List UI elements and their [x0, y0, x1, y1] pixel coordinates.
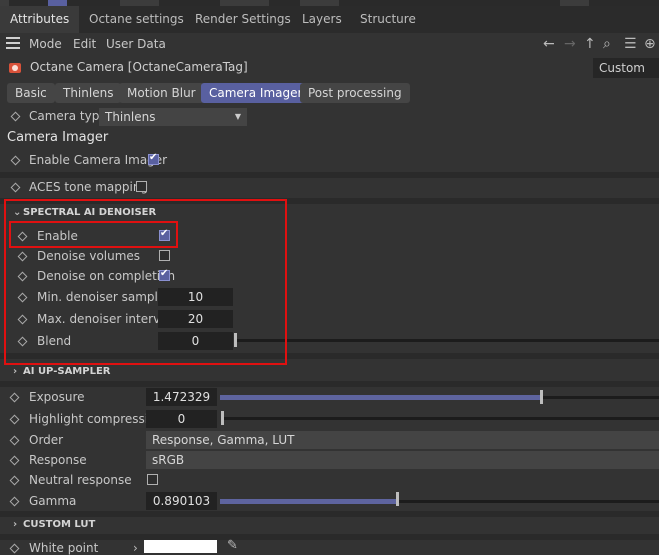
exposure-slider-fill: [220, 395, 541, 400]
keyframe-diamond-icon[interactable]: [9, 496, 20, 507]
keyframe-diamond-icon[interactable]: [9, 475, 20, 486]
camera-type-dropdown[interactable]: Thinlens ▼: [99, 108, 247, 126]
chevron-down-icon: ▼: [234, 112, 241, 121]
filter-icon[interactable]: ☰: [624, 35, 637, 53]
chevron-right-icon: ›: [13, 519, 18, 530]
subtab-post-processing[interactable]: Post processing: [300, 83, 410, 103]
keyframe-diamond-icon[interactable]: [9, 455, 20, 466]
exposure-label: Exposure: [29, 390, 85, 404]
custom-lut-header-label: CUSTOM LUT: [23, 519, 96, 530]
keyframe-diamond-icon[interactable]: [9, 435, 20, 446]
highlight-field[interactable]: 0: [146, 410, 217, 428]
divider: [0, 511, 659, 517]
subtab-basic[interactable]: Basic: [7, 83, 55, 103]
white-point-color-swatch[interactable]: [144, 540, 217, 553]
exposure-slider-handle[interactable]: [540, 390, 544, 404]
blend-slider[interactable]: [236, 339, 659, 342]
arrow-up-icon[interactable]: ↑: [584, 35, 596, 53]
subtab-motion-blur[interactable]: Motion Blur: [119, 83, 204, 103]
tab-render-settings[interactable]: Render Settings: [185, 6, 301, 33]
object-title: Octane Camera [OctaneCameraTag]: [30, 60, 248, 74]
gamma-field[interactable]: 0.890103: [146, 492, 217, 510]
object-header: Octane Camera [OctaneCameraTag] Custom: [0, 57, 659, 79]
response-dropdown[interactable]: sRGB: [146, 451, 659, 469]
divider: [0, 534, 659, 540]
tab-structure[interactable]: Structure: [350, 6, 426, 33]
gamma-slider-handle[interactable]: [395, 492, 399, 506]
upsampler-section-header[interactable]: › AI UP-SAMPLER: [13, 366, 111, 377]
camera-type-value: Thinlens: [105, 110, 156, 124]
tab-attributes[interactable]: Attributes: [0, 6, 80, 33]
order-dropdown[interactable]: Response, Gamma, LUT: [146, 431, 659, 449]
keyframe-diamond-icon[interactable]: [9, 392, 20, 403]
search-icon[interactable]: ⌕: [603, 35, 611, 53]
exposure-field[interactable]: 1.472329: [146, 388, 217, 406]
preset-dropdown[interactable]: Custom: [593, 58, 659, 78]
tab-octane-settings[interactable]: Octane settings: [79, 6, 194, 33]
section-title: Camera Imager: [7, 130, 109, 145]
divider: [0, 381, 659, 387]
response-label: Response: [29, 453, 87, 467]
camera-type-label: Camera type: [29, 109, 107, 123]
gamma-slider-fill: [220, 499, 396, 504]
keyframe-diamond-icon[interactable]: [10, 111, 21, 122]
aces-label: ACES tone mapping: [29, 180, 149, 194]
keyframe-diamond-icon[interactable]: [9, 414, 20, 425]
divider: [0, 172, 659, 178]
plus-icon[interactable]: ⊕: [644, 35, 656, 53]
custom-lut-section-header[interactable]: › CUSTOM LUT: [13, 519, 95, 530]
arrow-right-icon[interactable]: →: [564, 35, 576, 53]
keyframe-diamond-icon[interactable]: [10, 155, 21, 166]
order-label: Order: [29, 433, 64, 447]
neutral-response-label: Neutral response: [29, 473, 132, 487]
keyframe-diamond-icon[interactable]: [10, 182, 21, 193]
menu-edit[interactable]: Edit: [73, 35, 96, 53]
subtab-thinlens[interactable]: Thinlens: [55, 83, 122, 103]
highlight-slider[interactable]: [222, 417, 659, 420]
enable-imager-label: Enable Camera Imager: [29, 153, 168, 167]
upsampler-header-label: AI UP-SAMPLER: [23, 366, 111, 377]
eyedropper-icon[interactable]: ✎: [227, 538, 238, 553]
menu-user-data[interactable]: User Data: [106, 35, 166, 53]
menu-mode[interactable]: Mode: [29, 35, 62, 53]
highlight-label: Highlight compression: [29, 412, 164, 426]
enable-imager-checkbox[interactable]: [148, 152, 159, 165]
keyframe-diamond-icon[interactable]: [9, 543, 20, 554]
attribute-tab-bar: Attributes Octane settings Render Settin…: [0, 6, 659, 33]
menu-bar: Mode Edit User Data ← → ↑ ⌕ ☰ ⊕: [0, 33, 659, 55]
subtab-camera-imager[interactable]: Camera Imager: [201, 83, 311, 103]
highlight-box-enable: [9, 221, 178, 248]
tab-layers[interactable]: Layers: [292, 6, 352, 33]
aces-checkbox[interactable]: [136, 181, 147, 192]
highlight-slider-handle[interactable]: [221, 411, 224, 425]
chevron-right-icon: ›: [13, 366, 18, 377]
hamburger-menu-icon[interactable]: [6, 37, 20, 49]
camera-tag-icon: [9, 63, 21, 73]
arrow-left-icon[interactable]: ←: [543, 35, 555, 53]
gamma-label: Gamma: [29, 494, 77, 508]
neutral-response-checkbox[interactable]: [147, 474, 158, 485]
